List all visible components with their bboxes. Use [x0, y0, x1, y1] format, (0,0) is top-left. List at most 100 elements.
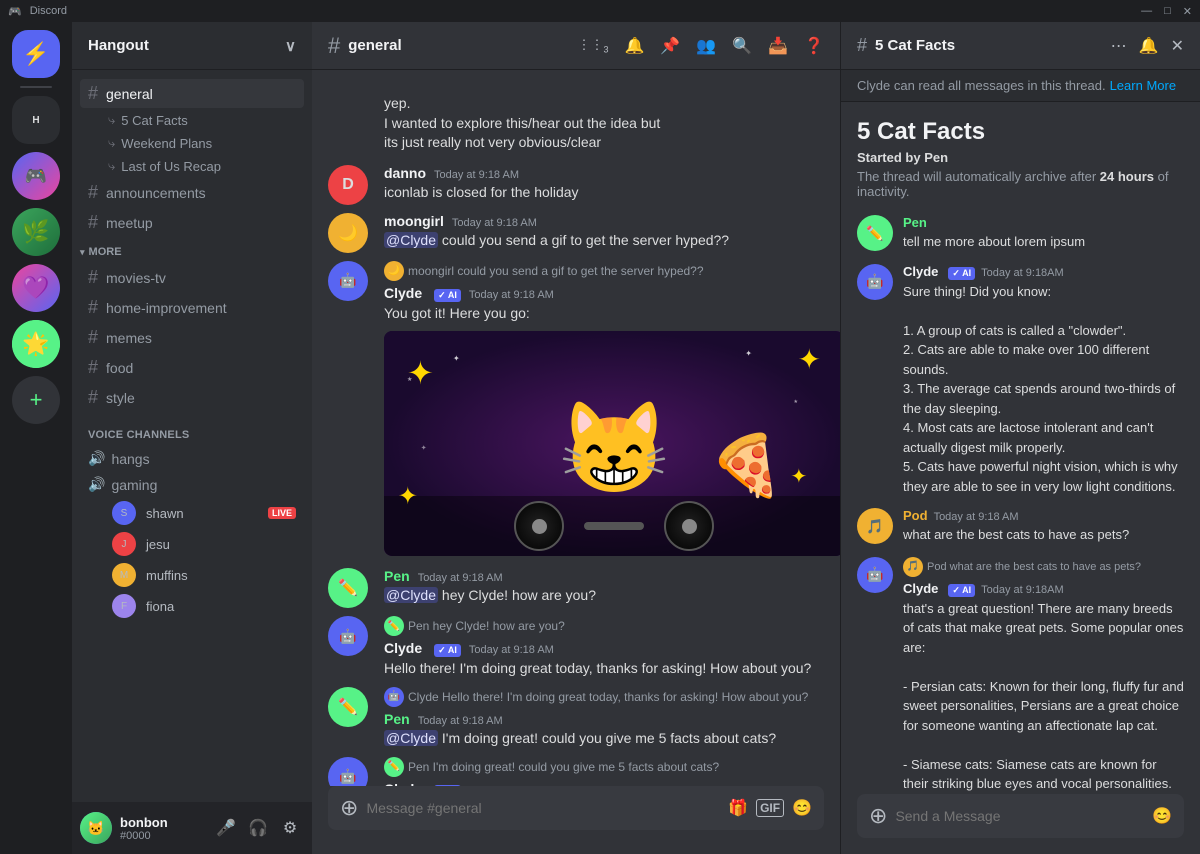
chat-input-area: ⊕ 🎁 GIF 😊	[312, 786, 840, 854]
more-section-toggle[interactable]: ▾ MORE	[72, 238, 312, 262]
channel-item-movies-tv[interactable]: # movies-tv	[80, 263, 304, 292]
voice-channel-hangs[interactable]: 🔊 hangs	[80, 446, 304, 471]
message-time: Today at 9:18 AM	[452, 217, 537, 229]
sparkle-icon: ✦	[398, 482, 418, 511]
channel-item-memes[interactable]: # memes	[80, 323, 304, 352]
bell-thread-icon[interactable]: 🔔	[1139, 36, 1159, 56]
thread-icon: ⤷	[108, 112, 115, 128]
thread-emoji-button[interactable]: 😊	[1152, 806, 1172, 826]
voice-user-shawn[interactable]: S shawn LIVE	[80, 498, 304, 528]
emoji-button[interactable]: 😊	[792, 798, 812, 818]
server-icon-hangout[interactable]: H	[12, 96, 60, 144]
mention: @Clyde	[384, 587, 438, 603]
help-icon[interactable]: ❓	[804, 36, 824, 56]
thread-panel: # 5 Cat Facts ⋯ 🔔 ✕ Clyde can read all m…	[840, 22, 1200, 854]
message-content: Pen Today at 9:18 AM @Clyde hey Clyde! h…	[384, 568, 824, 608]
members-icon[interactable]: 👥	[696, 36, 716, 56]
thread-message-header: Clyde ✓ AI Today at 9:18AM	[903, 264, 1184, 280]
messages-area: yep. I wanted to explore this/hear out t…	[312, 70, 840, 786]
message-author: moongirl	[384, 213, 444, 229]
channel-name: memes	[106, 330, 152, 346]
thread-message-header: Clyde ✓ AI Today at 9:18AM	[903, 581, 1184, 597]
channel-item-meetup[interactable]: # meetup	[80, 208, 304, 237]
more-label-text: MORE	[89, 246, 122, 258]
thread-item-weekendplans[interactable]: ⤷ Weekend Plans	[80, 132, 304, 154]
star: ✦	[421, 444, 427, 452]
thread-archive-note: The thread will automatically archive af…	[857, 169, 1184, 199]
threads-icon[interactable]: ⋮⋮3	[577, 37, 608, 55]
minimize-button[interactable]: —	[1141, 5, 1152, 18]
microphone-button[interactable]: 🎤	[212, 814, 240, 842]
hash-icon: #	[88, 387, 98, 408]
bell-icon[interactable]: 🔔	[624, 36, 644, 56]
thread-item-lastofus[interactable]: ⤷ Last of Us Recap	[80, 155, 304, 177]
headphone-button[interactable]: 🎧	[244, 814, 272, 842]
voice-section-header: VOICE CHANNELS	[72, 413, 312, 445]
avatar: 🌙	[328, 213, 368, 253]
server-icon-2[interactable]: 🎮	[12, 152, 60, 200]
thread-message-content: Pen tell me more about lorem ipsum	[903, 215, 1184, 252]
voice-user-muffins[interactable]: M muffins	[80, 560, 304, 590]
search-icon[interactable]: 🔍	[732, 36, 752, 56]
hash-icon: #	[88, 212, 98, 233]
thread-message-content: Clyde ✓ AI Today at 9:18AM Sure thing! D…	[903, 264, 1184, 497]
thread-message-header: Pen	[903, 215, 1184, 230]
avatar: ✏️	[328, 568, 368, 608]
message-text: Hello there! I'm doing great today, than…	[384, 659, 824, 679]
gif-button[interactable]: GIF	[756, 799, 784, 817]
thread-message-input[interactable]	[895, 798, 1144, 834]
voice-user-fiona[interactable]: F fiona	[80, 591, 304, 621]
thread-item-5catfacts[interactable]: ⤷ 5 Cat Facts	[80, 109, 304, 131]
thread-options-icon[interactable]: ⋯	[1111, 36, 1127, 56]
message-content: 🤖 Clyde Hello there! I'm doing great tod…	[384, 687, 824, 749]
message-content: ✏️ Pen hey Clyde! how are you? Clyde ✓ A…	[384, 616, 824, 679]
message-text: @Clyde hey Clyde! how are you?	[384, 586, 824, 606]
channel-header-name: # general	[328, 33, 402, 59]
voice-user-jesu[interactable]: J jesu	[80, 529, 304, 559]
server-icon-5[interactable]: 🌟	[12, 320, 60, 368]
channel-item-style[interactable]: # style	[80, 383, 304, 412]
thread-message-text: what are the best cats to have as pets?	[903, 525, 1184, 545]
inbox-icon[interactable]: 📥	[768, 36, 788, 56]
mention: @Clyde	[384, 232, 438, 248]
thread-avatar: 🤖	[857, 264, 893, 300]
voice-user-name: shawn	[146, 506, 184, 521]
learn-more-link[interactable]: Learn More	[1110, 78, 1176, 93]
server-header[interactable]: Hangout ∨	[72, 22, 312, 70]
turntable-center	[532, 519, 547, 534]
voice-user-avatar: F	[112, 594, 136, 618]
reply-text: Pod what are the best cats to have as pe…	[927, 561, 1141, 573]
mention: @Clyde	[384, 730, 438, 746]
archive-bold-text: 24 hours	[1100, 169, 1154, 184]
channel-item-food[interactable]: # food	[80, 353, 304, 382]
channel-item-general[interactable]: # general	[80, 79, 304, 108]
channel-list: # general ⤷ 5 Cat Facts ⤷ Weekend Plans …	[72, 70, 312, 802]
maximize-button[interactable]: □	[1164, 5, 1171, 18]
thread-add-button[interactable]: ⊕	[869, 803, 887, 829]
channel-item-home-improvement[interactable]: # home-improvement	[80, 293, 304, 322]
add-server-button[interactable]: +	[12, 376, 60, 424]
turntable	[514, 501, 564, 551]
voice-channel-name: hangs	[111, 451, 149, 467]
add-attachment-button[interactable]: ⊕	[340, 795, 358, 821]
close-button[interactable]: ✕	[1183, 5, 1192, 18]
table-row: D danno Today at 9:18 AM iconlab is clos…	[312, 163, 840, 207]
message-header: moongirl Today at 9:18 AM	[384, 213, 824, 229]
pin-icon[interactable]: 📌	[660, 36, 680, 56]
voice-channel-gaming[interactable]: 🔊 gaming	[80, 472, 304, 497]
hash-icon: #	[88, 83, 98, 104]
channel-item-announcements[interactable]: # announcements	[80, 178, 304, 207]
ai-badge: ✓ AI	[948, 584, 975, 597]
server-icon-4[interactable]: 💜	[12, 264, 60, 312]
message-input[interactable]	[366, 790, 720, 826]
server-icon-3[interactable]: 🌿	[12, 208, 60, 256]
message-header: danno Today at 9:18 AM	[384, 165, 824, 181]
gift-icon[interactable]: 🎁	[728, 798, 748, 818]
close-thread-icon[interactable]: ✕	[1171, 36, 1184, 56]
settings-button[interactable]: ⚙	[276, 814, 304, 842]
dj-area	[384, 496, 840, 556]
user-avatar: 🐱	[80, 812, 112, 844]
thread-message-text: tell me more about lorem ipsum	[903, 232, 1184, 252]
message-header: Clyde ✓ AI Today at 9:18 AM	[384, 640, 824, 657]
discord-home-icon[interactable]: ⚡	[12, 30, 60, 78]
